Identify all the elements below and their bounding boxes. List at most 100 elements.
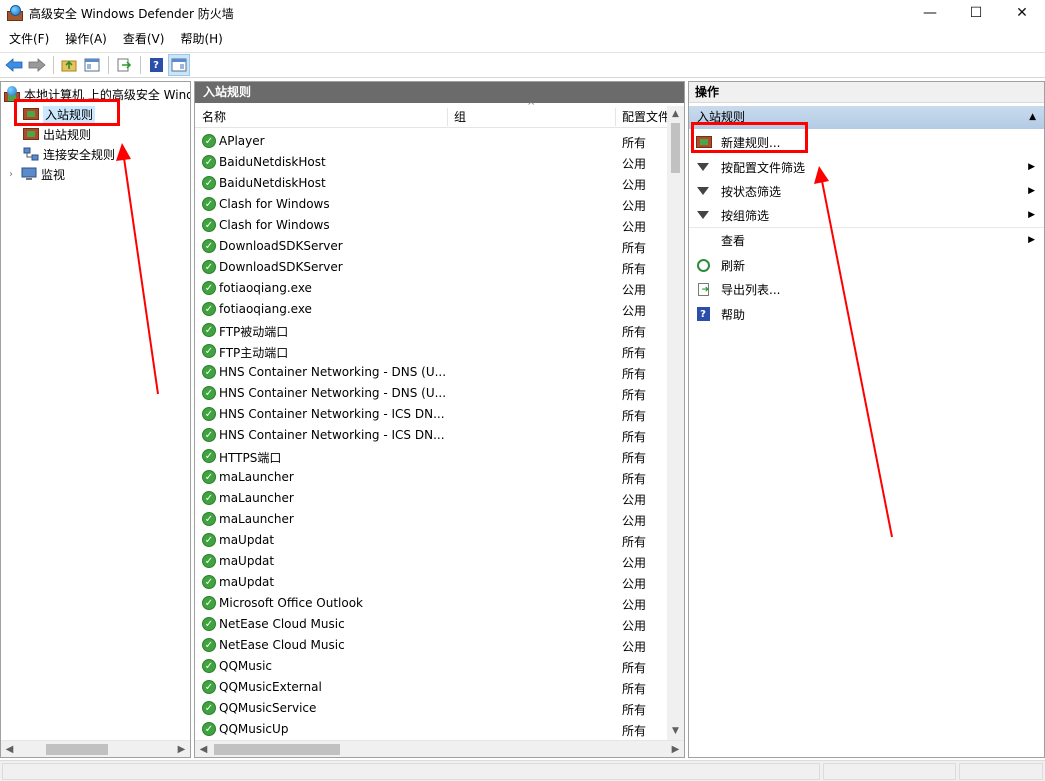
forward-arrow-icon: [28, 58, 46, 72]
left-horizontal-scrollbar[interactable]: ◀ ▶: [1, 740, 190, 757]
rule-name: Clash for Windows: [219, 218, 330, 232]
enabled-check-icon: ✓: [202, 218, 216, 232]
rule-row[interactable]: ✓ QQMusic 所有: [195, 656, 668, 677]
rule-row[interactable]: ✓ Clash for Windows 公用: [195, 215, 668, 236]
menu-bar: 文件(F) 操作(A) 查看(V) 帮助(H): [0, 29, 230, 49]
rule-row[interactable]: ✓ DownloadSDKServer 所有: [195, 236, 668, 257]
rule-name: maLauncher: [219, 491, 294, 505]
back-button[interactable]: [3, 54, 25, 76]
export-list-button[interactable]: [113, 54, 135, 76]
rule-row[interactable]: ✓ HNS Container Networking - DNS (U... 所有: [195, 383, 668, 404]
rule-row[interactable]: ✓ HNS Container Networking - DNS (U... 所有: [195, 362, 668, 383]
enabled-check-icon: ✓: [202, 554, 216, 568]
rule-row[interactable]: ✓ maUpdat 所有: [195, 530, 668, 551]
rule-name: BaiduNetdiskHost: [219, 176, 326, 190]
rule-row[interactable]: ✓ maUpdat 公用: [195, 572, 668, 593]
rule-row[interactable]: ✓ BaiduNetdiskHost 公用: [195, 173, 668, 194]
action-pane-icon: [171, 58, 187, 72]
rule-row[interactable]: ✓ Clash for Windows 公用: [195, 194, 668, 215]
scroll-left-icon[interactable]: ◀: [195, 744, 212, 755]
rule-profile: 所有: [622, 241, 647, 255]
scroll-right-icon[interactable]: ▶: [667, 744, 684, 755]
rule-row[interactable]: ✓ maLauncher 公用: [195, 509, 668, 530]
rule-profile: 所有: [622, 325, 647, 339]
tree-item-connection-security-rules[interactable]: 连接安全规则: [23, 144, 115, 164]
toolbar-separator: [108, 56, 109, 74]
rule-profile: 所有: [622, 472, 647, 486]
action-label: 刷新: [721, 258, 746, 273]
rule-row[interactable]: ✓ QQMusicService 所有: [195, 698, 668, 719]
rule-name: QQMusic: [219, 659, 273, 673]
rule-row[interactable]: ✓ FTP被动端口 所有: [195, 320, 668, 341]
tree-item-monitoring[interactable]: › 监视: [5, 164, 65, 184]
menu-action[interactable]: 操作(A): [56, 29, 114, 49]
rule-row[interactable]: ✓ NetEase Cloud Music 公用: [195, 635, 668, 656]
action-export-list[interactable]: 导出列表...: [689, 277, 1044, 301]
close-button[interactable]: ✕: [999, 0, 1045, 26]
rule-name: HNS Container Networking - ICS DN...: [219, 407, 445, 421]
menu-file[interactable]: 文件(F): [0, 29, 56, 49]
minimize-button[interactable]: —: [907, 0, 953, 26]
rule-row[interactable]: ✓ Microsoft Office Outlook 公用: [195, 593, 668, 614]
submenu-arrow-icon: ▶: [1028, 186, 1035, 196]
action-filter-by-profile[interactable]: 按配置文件筛选 ▶: [689, 155, 1044, 179]
enabled-check-icon: ✓: [202, 470, 216, 484]
action-refresh[interactable]: 刷新: [689, 253, 1044, 277]
action-help[interactable]: ? 帮助: [689, 302, 1044, 326]
tree-item-label: 出站规则: [43, 127, 92, 142]
up-folder-button[interactable]: [58, 54, 80, 76]
export-icon: [696, 282, 710, 296]
rule-row[interactable]: ✓ DownloadSDKServer 所有: [195, 257, 668, 278]
scroll-right-icon[interactable]: ▶: [173, 744, 190, 755]
console-tree-pane[interactable]: 本地计算机 上的高级安全 Windows Defender 防火墙 入站规则 出…: [0, 81, 191, 758]
rule-profile: 所有: [622, 346, 647, 360]
rule-row[interactable]: ✓ HNS Container Networking - ICS DN... 所有: [195, 404, 668, 425]
rule-profile: 所有: [622, 451, 647, 465]
enabled-check-icon: ✓: [202, 281, 216, 295]
action-view[interactable]: 查看 ▶: [689, 228, 1044, 252]
rule-row[interactable]: ✓ HNS Container Networking - ICS DN... 所有: [195, 425, 668, 446]
menu-view[interactable]: 查看(V): [114, 29, 172, 49]
rules-vertical-scrollbar[interactable]: ▲ ▼: [667, 106, 684, 740]
rule-row[interactable]: ✓ fotiaoqiang.exe 公用: [195, 299, 668, 320]
show-hide-tree-button[interactable]: [81, 54, 103, 76]
scroll-down-icon[interactable]: ▼: [672, 723, 679, 740]
rule-row[interactable]: ✓ maLauncher 公用: [195, 488, 668, 509]
enabled-check-icon: ✓: [202, 239, 216, 253]
enabled-check-icon: ✓: [202, 638, 216, 652]
rule-profile: 公用: [622, 283, 647, 297]
action-filter-by-state[interactable]: 按状态筛选 ▶: [689, 179, 1044, 203]
rule-row[interactable]: ✓ fotiaoqiang.exe 公用: [195, 278, 668, 299]
scroll-up-icon[interactable]: ▲: [672, 106, 679, 123]
enabled-check-icon: ✓: [202, 302, 216, 316]
rule-row[interactable]: ✓ APlayer 所有: [195, 131, 668, 152]
column-header-name[interactable]: 名称: [195, 106, 447, 128]
rule-row[interactable]: ✓ maUpdat 公用: [195, 551, 668, 572]
help-button[interactable]: ?: [145, 54, 167, 76]
column-header-profile[interactable]: 配置文件: [615, 106, 668, 128]
rule-row[interactable]: ✓ FTP主动端口 所有: [195, 341, 668, 362]
forward-button[interactable]: [26, 54, 48, 76]
rules-horizontal-scrollbar[interactable]: ◀ ▶: [195, 740, 684, 757]
rule-row[interactable]: ✓ QQMusicExternal 所有: [195, 677, 668, 698]
rule-profile: 所有: [622, 682, 647, 696]
expand-chevron-icon[interactable]: ›: [9, 169, 19, 180]
action-label: 按状态筛选: [721, 184, 782, 199]
show-hide-action-pane-button[interactable]: [168, 54, 190, 76]
rule-name: maUpdat: [219, 554, 275, 568]
menu-help[interactable]: 帮助(H): [171, 29, 229, 49]
scroll-left-icon[interactable]: ◀: [1, 744, 18, 755]
rule-row[interactable]: ✓ BaiduNetdiskHost 公用: [195, 152, 668, 173]
back-arrow-icon: [5, 58, 23, 72]
collapse-up-icon[interactable]: ▲: [1029, 106, 1036, 129]
maximize-button[interactable]: ☐: [953, 0, 999, 26]
rule-row[interactable]: ✓ maLauncher 所有: [195, 467, 668, 488]
rule-row[interactable]: ✓ HTTPS端口 所有: [195, 446, 668, 467]
enabled-check-icon: ✓: [202, 386, 216, 400]
tree-item-outbound-rules[interactable]: 出站规则: [23, 124, 91, 144]
action-label: 导出列表...: [721, 282, 781, 297]
action-filter-by-group[interactable]: 按组筛选 ▶: [689, 203, 1044, 227]
rule-row[interactable]: ✓ QQMusicUp 所有: [195, 719, 668, 740]
rule-profile: 公用: [622, 598, 647, 612]
rule-row[interactable]: ✓ NetEase Cloud Music 公用: [195, 614, 668, 635]
